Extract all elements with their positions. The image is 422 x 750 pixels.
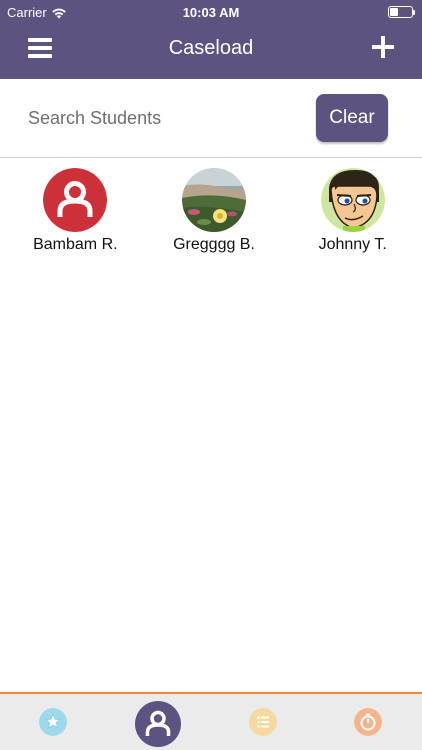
page-title: Caseload [168, 37, 254, 59]
person-icon [135, 701, 181, 747]
nav-bar: Caseload [0, 24, 422, 79]
plus-icon[interactable] [372, 36, 394, 58]
timer-icon [354, 708, 382, 736]
student-name: Johnny T. [318, 236, 387, 253]
student-grid: Bambam R. Gregggg B. Johnny T. [0, 168, 422, 254]
tab-timer[interactable] [328, 694, 408, 750]
battery-icon [388, 6, 415, 18]
tab-bar [0, 692, 422, 750]
clock: 10:03 AM [182, 5, 240, 20]
search-input[interactable] [28, 101, 298, 135]
cartoon-face-avatar [320, 168, 385, 232]
tab-favorites[interactable] [13, 694, 93, 750]
student-card[interactable]: Bambam R. [6, 168, 145, 254]
student-card[interactable]: Gregggg B. [145, 168, 284, 254]
default-person-avatar [43, 168, 108, 232]
status-bar: Carrier 10:03 AM [0, 0, 422, 24]
student-card[interactable]: Johnny T. [283, 168, 422, 254]
clear-button[interactable]: Clear [316, 94, 388, 142]
list-icon [249, 708, 277, 736]
flower-photo-avatar [182, 168, 246, 232]
search-bar: Clear [0, 79, 422, 158]
student-name: Gregggg B. [173, 236, 255, 253]
tab-list[interactable] [223, 694, 303, 750]
tab-caseload[interactable] [118, 694, 198, 750]
star-icon [39, 708, 67, 736]
student-name: Bambam R. [33, 236, 118, 253]
app-header: Carrier 10:03 AM Caseload [0, 0, 422, 79]
